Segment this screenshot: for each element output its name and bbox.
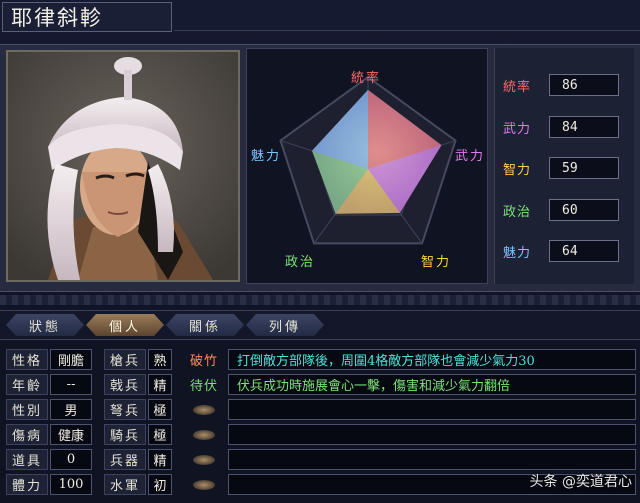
skill-name: 待伏	[189, 379, 218, 394]
character-name: 耶律斜軫	[11, 6, 103, 30]
personal-value: 男	[50, 399, 92, 420]
stat-row-meili: 魅力 64	[503, 240, 619, 262]
tab-personal[interactable]: 個人	[86, 314, 164, 336]
personal-value: 0	[50, 449, 92, 470]
stat-name: 武力	[503, 121, 532, 137]
stat-name: 智力	[503, 162, 532, 178]
radar-label-zhili: 智力	[421, 255, 452, 270]
aptitude-label: 槍兵	[104, 349, 146, 370]
tab-biography[interactable]: 列傳	[246, 314, 324, 336]
personal-value: 100	[50, 474, 92, 495]
radar-label-wuli: 武力	[455, 149, 486, 164]
stat-value: 59	[549, 157, 619, 179]
aptitude-label: 騎兵	[104, 424, 146, 445]
empty-skill-icon	[193, 430, 215, 440]
aptitude-value: 極	[148, 399, 172, 420]
stat-row-zhili: 智力 59	[503, 157, 619, 179]
tab-relations[interactable]: 關係	[166, 314, 244, 336]
aptitude-label: 弩兵	[104, 399, 146, 420]
empty-skill-icon	[193, 480, 215, 490]
aptitude-value: 初	[148, 474, 172, 495]
stat-name: 政治	[503, 204, 532, 220]
aptitude-label: 戟兵	[104, 374, 146, 395]
personal-value: --	[50, 374, 92, 395]
stat-value: 64	[549, 240, 619, 262]
aptitude-label: 水軍	[104, 474, 146, 495]
personal-label: 道具	[6, 449, 48, 470]
personal-value: 健康	[50, 424, 92, 445]
skill-description: 伏兵成功時施展會心一擊，傷害和減少氣力翻倍	[228, 374, 636, 395]
personal-label: 性別	[6, 399, 48, 420]
header-rule	[174, 30, 640, 31]
tab-status[interactable]: 狀態	[6, 314, 84, 336]
empty-skill-icon	[193, 455, 215, 465]
radar-label-zhengzhi: 政治	[285, 255, 316, 270]
personal-label: 傷病	[6, 424, 48, 445]
character-name-plate: 耶律斜軫	[2, 2, 172, 32]
stat-value: 86	[549, 74, 619, 96]
stat-row-zhengzhi: 政治 60	[503, 199, 619, 221]
personal-value: 剛膽	[50, 349, 92, 370]
personal-label: 體力	[6, 474, 48, 495]
section-divider	[0, 295, 640, 305]
personal-label: 年齡	[6, 374, 48, 395]
stat-value: 60	[549, 199, 619, 221]
stat-row-wuli: 武力 84	[503, 116, 619, 138]
radar-label-tongshuai: 統率	[351, 71, 382, 86]
aptitude-value: 極	[148, 424, 172, 445]
stat-value: 84	[549, 116, 619, 138]
stat-radar-chart: 統率 武力 智力 政治 魅力	[246, 48, 488, 284]
skill-description-empty	[228, 399, 636, 420]
tab-bar: 狀態 個人 關係 列傳	[0, 310, 640, 340]
stat-name: 統率	[503, 79, 532, 95]
aptitude-value: 熟	[148, 349, 172, 370]
stat-name: 魅力	[503, 245, 532, 261]
aptitude-label: 兵器	[104, 449, 146, 470]
personal-label: 性格	[6, 349, 48, 370]
empty-skill-icon	[193, 405, 215, 415]
aptitude-value: 精	[148, 449, 172, 470]
portrait-image	[8, 52, 238, 280]
radar-label-meili: 魅力	[251, 149, 282, 164]
stats-panel: 統率 86 武力 84 智力 59 政治 60 魅力 64	[494, 48, 634, 284]
skill-name: 破竹	[189, 354, 218, 369]
watermark: 头条 @奕道君心	[529, 474, 632, 490]
portrait	[6, 50, 240, 282]
skill-description: 打倒敵方部隊後，周圍4格敵方部隊也會減少氣力30	[228, 349, 636, 370]
stat-row-tongshuai: 統率 86	[503, 74, 619, 96]
aptitude-value: 精	[148, 374, 172, 395]
skill-description-empty	[228, 424, 636, 445]
skill-description-empty	[228, 449, 636, 470]
